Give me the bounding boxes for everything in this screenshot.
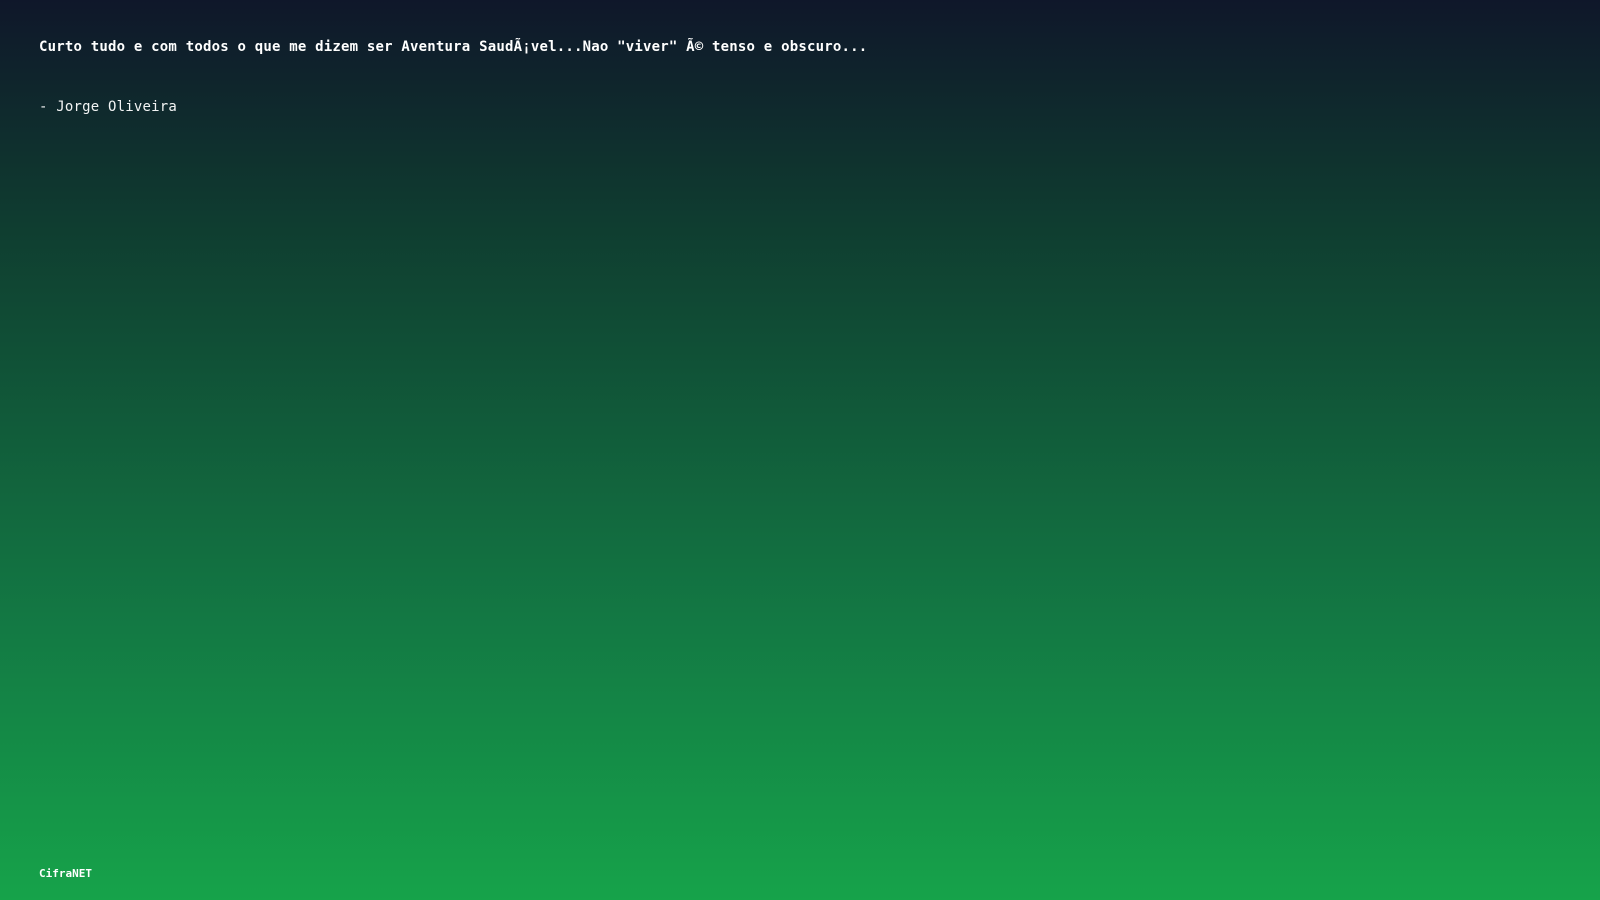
page: { "quote": { "text": "Curto tudo e com t… <box>0 0 1600 900</box>
quote-text: Curto tudo e com todos o que me dizem se… <box>39 39 868 55</box>
quote-author: - Jorge Oliveira <box>39 99 178 115</box>
brand-label: CifraNET <box>39 867 92 880</box>
quote-block: Curto tudo e com todos o que me dizem se… <box>39 36 1539 118</box>
